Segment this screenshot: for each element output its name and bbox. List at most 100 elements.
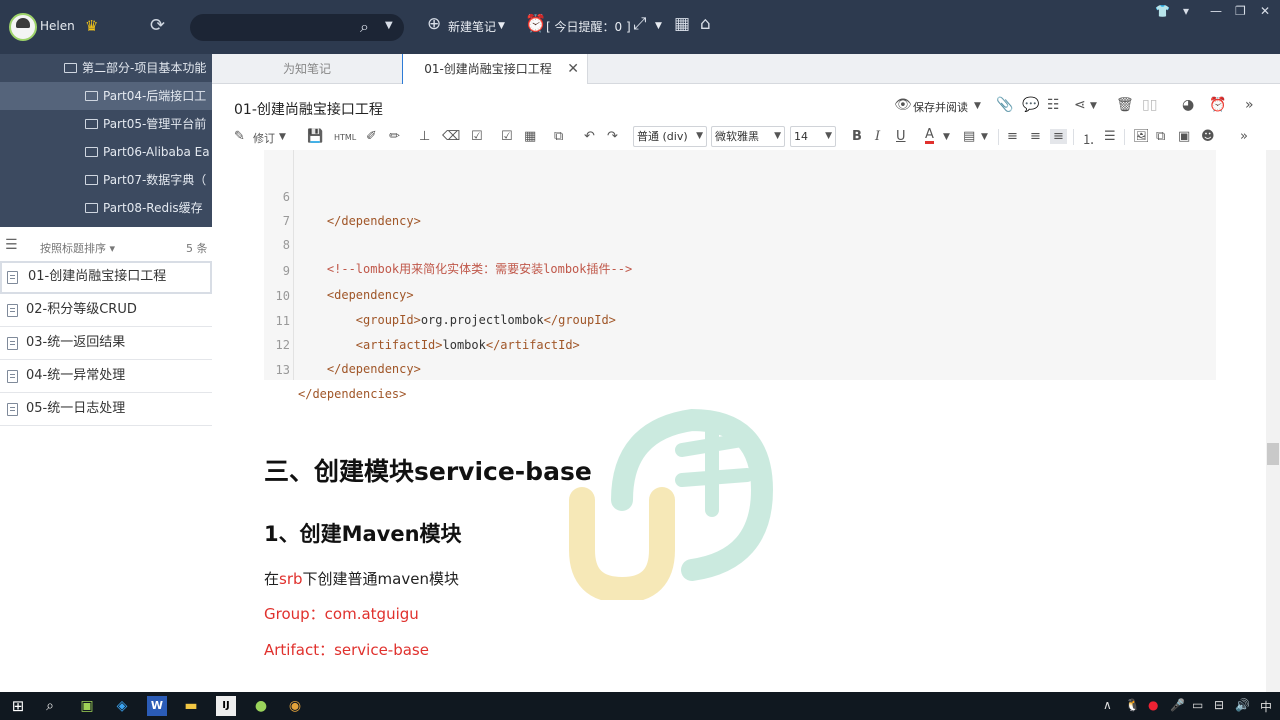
template-icon[interactable]: ▣ — [1178, 129, 1190, 144]
image-icon[interactable]: 🖼 — [1133, 129, 1150, 144]
font-family-select[interactable]: 微软雅黑 ▼ — [711, 126, 785, 147]
tree-item-part04[interactable]: Part04-后端接口工 — [0, 82, 212, 110]
tray-expand-icon[interactable]: ∧ — [1103, 698, 1112, 712]
format-painter-icon[interactable]: ⊥ — [419, 129, 430, 144]
more-icon[interactable]: » — [1245, 97, 1254, 113]
copy-icon[interactable]: ⧉ — [554, 129, 563, 144]
note-title[interactable]: 01-创建尚融宝接口工程 — [234, 99, 383, 119]
comment-icon[interactable]: 💬 — [1022, 97, 1039, 113]
sync-icon[interactable]: ⟳ — [150, 15, 165, 36]
intellij-icon[interactable]: IJ — [216, 696, 236, 716]
chevron-down-icon[interactable]: ▼ — [498, 21, 505, 31]
plus-circle-icon[interactable]: ⊕ — [427, 14, 441, 34]
network-icon[interactable]: ⊟ — [1214, 698, 1224, 712]
note-list-item[interactable]: 05-统一日志处理 — [0, 393, 212, 426]
tree-item-part2[interactable]: 第二部分-项目基本功能 — [0, 54, 212, 82]
scrollbar[interactable] — [1266, 150, 1280, 692]
close-icon[interactable]: ✕ — [1260, 4, 1270, 18]
html-icon[interactable]: HTML — [334, 133, 356, 142]
battery-icon[interactable]: ▭ — [1192, 698, 1203, 712]
eye-icon[interactable]: 👁 — [894, 97, 912, 113]
tab-current-note[interactable]: 01-创建尚融宝接口工程 ✕ — [402, 54, 588, 85]
more-icon[interactable]: » — [1240, 129, 1248, 144]
share-icon[interactable]: ⋖ — [1074, 97, 1086, 113]
scrollbar-thumb[interactable] — [1267, 443, 1279, 465]
checkbox-icon[interactable]: ☑ — [501, 129, 513, 144]
font-color-icon[interactable]: A — [925, 128, 934, 144]
word-icon[interactable]: W — [147, 696, 167, 716]
windows-start-icon[interactable]: ⊞ — [8, 696, 28, 716]
underline-icon[interactable]: U — [896, 129, 906, 144]
align-center-icon[interactable]: ≡ — [1030, 129, 1041, 144]
chevron-down-icon[interactable]: ▼ — [943, 132, 950, 142]
tree-item-part06[interactable]: Part06-Alibaba Ea — [0, 138, 212, 166]
editor-content[interactable]: <artifactId>spring-boot-starter-web</art… — [212, 150, 1266, 692]
pen-icon[interactable]: ✐ — [366, 129, 377, 144]
username[interactable]: Helen — [40, 19, 75, 33]
menu-icon[interactable]: ▾ — [1183, 4, 1189, 18]
ordered-list-icon[interactable]: ⒈ — [1082, 129, 1095, 148]
revise-button[interactable]: 修订 — [253, 130, 275, 146]
paragraph-style-select[interactable]: 普通 (div) ▼ — [633, 126, 707, 147]
align-right-icon[interactable]: ≡ — [1050, 129, 1067, 144]
minimize-icon[interactable]: — — [1210, 4, 1222, 18]
weibo-icon[interactable]: ◕ — [1182, 97, 1194, 113]
save-icon[interactable]: 💾 — [307, 129, 323, 144]
italic-icon[interactable]: I — [875, 129, 880, 144]
tab-wiznote[interactable]: 为知笔记 — [212, 54, 402, 84]
wiznote-icon[interactable]: ● — [251, 696, 271, 716]
font-size-select[interactable]: 14 ▼ — [790, 126, 836, 147]
qq-icon[interactable]: 🐧 — [1125, 698, 1140, 712]
attachment-icon[interactable]: 📎 — [996, 97, 1013, 113]
chevron-down-icon[interactable]: ▼ — [974, 101, 981, 111]
tree-item-part08[interactable]: Part08-Redis缓存 — [0, 194, 212, 222]
chevron-down-icon[interactable]: ▼ — [279, 132, 286, 142]
note-list-item[interactable]: 02-积分等级CRUD — [0, 294, 212, 327]
reminder-label[interactable]: [ 今日提醒：0 ] — [546, 18, 631, 35]
home-icon[interactable]: ⌂ — [700, 14, 711, 34]
code-block[interactable]: <artifactId>spring-boot-starter-web</art… — [264, 150, 1216, 401]
align-left-icon[interactable]: ≡ — [1007, 129, 1018, 144]
vip-crown-icon[interactable]: ♛ — [85, 17, 98, 35]
eraser-icon[interactable]: ⌫ — [442, 129, 460, 144]
antivirus-icon[interactable]: ● — [1148, 698, 1158, 712]
history-icon[interactable]: ☷ — [1047, 97, 1060, 113]
chevron-down-icon[interactable]: ▼ — [1090, 101, 1097, 111]
save-read-button[interactable]: 保存并阅读 — [913, 99, 968, 115]
search-icon[interactable]: ⌕ — [360, 17, 369, 37]
checklist-edit-icon[interactable]: ☑ — [471, 129, 483, 144]
search-icon[interactable]: ⌕ — [40, 696, 60, 716]
grid-icon[interactable]: ▦ — [674, 14, 690, 34]
highlight-color-icon[interactable]: ▤ — [963, 129, 975, 144]
chevron-down-icon[interactable]: ▼ — [981, 132, 988, 142]
alarm-icon[interactable]: ⏰ — [1209, 97, 1226, 113]
vscode-icon[interactable]: ◈ — [112, 696, 132, 716]
avatar[interactable] — [9, 13, 37, 41]
close-tab-icon[interactable]: ✕ — [567, 54, 579, 84]
microphone-icon[interactable]: 🎤 — [1170, 698, 1185, 712]
volume-icon[interactable]: 🔊 — [1235, 698, 1250, 712]
screenshot-icon[interactable]: ⧉ — [1156, 129, 1165, 144]
bold-icon[interactable]: B — [852, 129, 862, 144]
maximize-icon[interactable]: ❐ — [1235, 4, 1246, 18]
edit-icon[interactable]: ✎ — [234, 129, 245, 144]
explorer-icon[interactable]: ▬ — [181, 696, 201, 716]
note-list-item[interactable]: 03-统一返回结果 — [0, 327, 212, 360]
tree-item-part07[interactable]: Part07-数据字典（ — [0, 166, 212, 194]
delete-icon[interactable]: 🗑 — [1116, 97, 1134, 113]
highlighter-icon[interactable]: ✏ — [389, 129, 400, 144]
table-icon[interactable]: ▦ — [524, 129, 536, 144]
redo-icon[interactable]: ↷ — [607, 129, 618, 144]
undo-icon[interactable]: ↶ — [584, 129, 595, 144]
search-input[interactable]: ⌕ ▼ — [190, 14, 404, 41]
alarm-icon[interactable]: ⏰ — [525, 14, 546, 34]
chrome-icon[interactable]: ◉ — [285, 696, 305, 716]
terminal-icon[interactable]: ▣ — [77, 696, 97, 716]
chevron-down-icon[interactable]: ▼ — [655, 21, 662, 31]
split-view-icon[interactable]: ▯▯ — [1142, 97, 1157, 113]
emoji-icon[interactable]: ☻ — [1201, 129, 1215, 144]
expand-icon[interactable]: ⤢ — [633, 14, 647, 34]
list-sort-icon[interactable]: ☰ — [5, 237, 18, 253]
skin-icon[interactable]: 👕 — [1155, 4, 1170, 18]
new-note-button[interactable]: 新建笔记 — [448, 18, 496, 35]
